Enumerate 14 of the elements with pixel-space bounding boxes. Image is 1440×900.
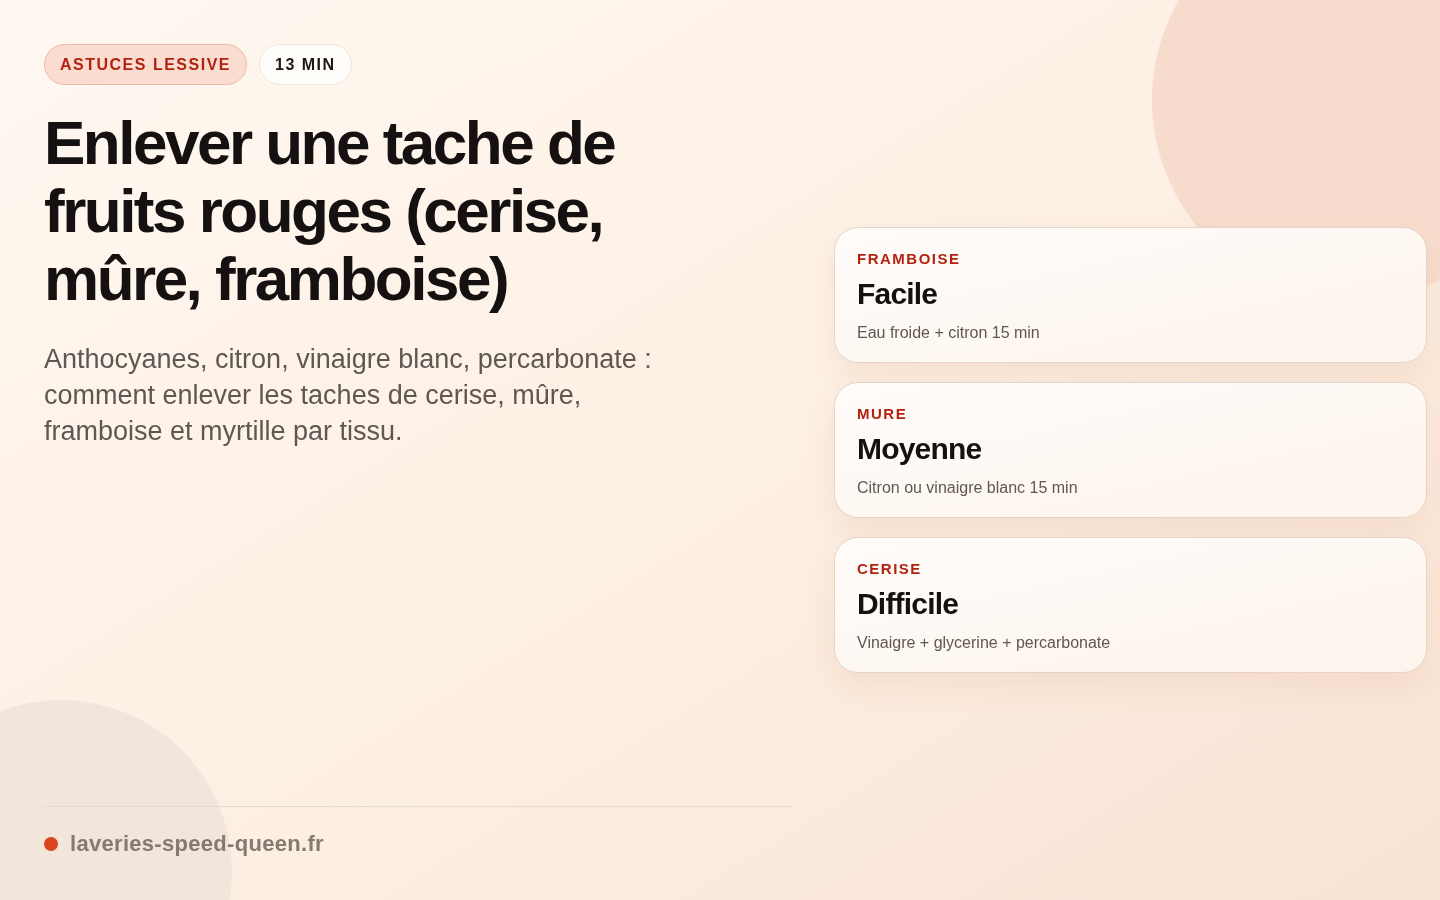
article-subtitle: Anthocyanes, citron, vinaigre blanc, percarbonate : comment enlever les taches de cerise, mûre, framboise et myrtille par tissu. [44, 343, 653, 448]
difficulty-level: Moyenne [857, 432, 983, 466]
site-url: laveries-speed-queen.fr [70, 830, 324, 858]
method-text: Citron ou vinaigre blanc 15 min [857, 478, 1079, 498]
method-text: Eau froide + citron 15 min [857, 323, 1041, 343]
difficulty-level: Facile [857, 277, 939, 311]
tag: ASTUCES LESSIVE [44, 44, 247, 85]
fruit-label: MURE [857, 405, 909, 423]
article-title: Enlever une tache de fruits rouges (cerise, mûre, framboise) [44, 109, 616, 313]
difficulty-level: Difficile [857, 587, 960, 621]
method-text: Vinaigre + glycerine + percarbonate [857, 633, 1112, 653]
fruit-label: CERISE [857, 560, 923, 578]
tag: 13 MIN [259, 44, 352, 85]
fruit-label: FRAMBOISE [857, 250, 962, 268]
